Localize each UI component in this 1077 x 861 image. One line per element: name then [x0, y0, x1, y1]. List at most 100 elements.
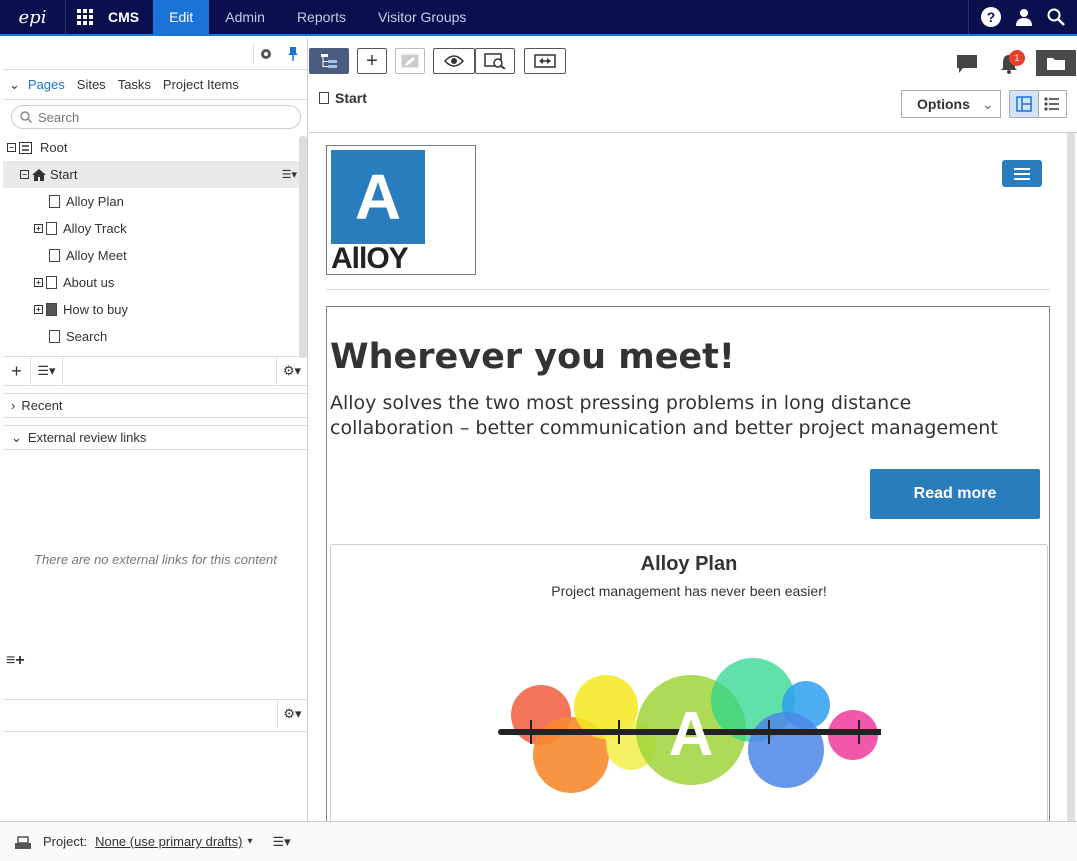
page-preview: A AllOY Wherever you meet! Alloy solves … — [309, 132, 1077, 821]
tree-item-start[interactable]: − Start ☰▾ — [3, 161, 307, 188]
project-label: Project: — [43, 834, 88, 849]
nav-edit[interactable]: Edit — [153, 0, 210, 34]
hamburger-menu-icon[interactable] — [1002, 160, 1042, 187]
notifications-icon[interactable]: 1 — [999, 50, 1025, 76]
user-icon[interactable] — [1015, 8, 1033, 26]
alloy-plan-teaser[interactable]: Alloy Plan Project management has never … — [330, 544, 1048, 821]
expand-icon[interactable]: + — [34, 278, 43, 287]
edit-button[interactable] — [395, 48, 425, 74]
tab-sites[interactable]: Sites — [77, 77, 106, 92]
tab-project-items[interactable]: Project Items — [163, 77, 239, 92]
page-icon — [46, 222, 57, 235]
topbar-actions: ? — [968, 0, 1077, 34]
chevron-down-icon[interactable]: ⌄ — [9, 77, 20, 93]
page-search[interactable] — [11, 105, 301, 129]
layout-icon — [1016, 96, 1032, 112]
home-icon — [32, 168, 46, 181]
toggle-navigation-pane-button[interactable] — [309, 48, 349, 74]
pin-icon[interactable] — [283, 44, 303, 64]
top-navigation-bar: epi CMS Edit Admin Reports Visitor Group… — [0, 0, 1077, 36]
tab-pages[interactable]: Pages — [28, 77, 65, 92]
tree-settings-gear-icon[interactable]: ⚙▾ — [277, 357, 307, 385]
root-icon — [19, 141, 32, 154]
navigation-pane: ⌄ Pages Sites Tasks Project Items − Root… — [3, 38, 308, 821]
product-name: CMS — [108, 9, 140, 25]
plus-icon: + — [366, 49, 378, 72]
alloy-logo-mark: A — [331, 150, 425, 244]
add-link-icon[interactable]: ≡+ — [6, 652, 25, 670]
project-selector[interactable]: None (use primary drafts) — [95, 834, 242, 849]
alloy-logo[interactable]: A AllOY — [326, 145, 476, 275]
context-menu-icon[interactable]: ☰▾ — [282, 168, 297, 181]
search-input[interactable] — [38, 109, 278, 125]
tree-item-alloy-track[interactable]: + Alloy Track — [3, 215, 307, 242]
recent-label: Recent — [21, 398, 63, 413]
nav-admin[interactable]: Admin — [209, 0, 281, 34]
recent-section[interactable]: › Recent — [3, 394, 307, 418]
expand-icon[interactable]: + — [34, 224, 43, 233]
page-title: Start — [319, 90, 367, 106]
alloy-logo-word: AllOY — [331, 242, 409, 275]
tree-item-how-to-buy[interactable]: + How to buy — [3, 296, 307, 323]
add-icon[interactable]: + — [3, 357, 31, 385]
external-links-label: External review links — [27, 430, 147, 445]
toggle-assets-pane-button[interactable] — [1036, 50, 1076, 76]
comments-icon[interactable] — [957, 55, 977, 73]
tree-scrollbar[interactable] — [299, 136, 307, 358]
divider — [3, 418, 307, 426]
nav-reports[interactable]: Reports — [281, 0, 362, 34]
on-page-edit-view-button[interactable] — [1010, 91, 1039, 117]
chevron-down-icon[interactable]: ▾ — [247, 836, 252, 847]
tree-item-root[interactable]: − Root — [3, 134, 307, 161]
collapse-icon[interactable]: − — [7, 143, 16, 152]
tree-item-label: How to buy — [63, 302, 129, 317]
expand-icon[interactable]: + — [34, 305, 43, 314]
tree-item-about-us[interactable]: + About us — [3, 269, 307, 296]
divider — [3, 386, 307, 394]
collapse-icon[interactable]: − — [20, 170, 29, 179]
page-title-text: Start — [335, 90, 367, 106]
search-icon — [20, 111, 32, 123]
external-links-section[interactable]: ⌄ External review links — [3, 426, 307, 450]
page-tree: − Root − Start ☰▾ Alloy Plan + Alloy Tra… — [3, 134, 307, 356]
read-more-button[interactable]: Read more — [870, 469, 1040, 519]
view-mode-toggle — [1009, 90, 1067, 118]
tree-item-label: Alloy Plan — [66, 194, 124, 209]
project-menu-icon[interactable]: ☰▾ — [273, 834, 291, 850]
list-menu-icon[interactable]: ☰▾ — [31, 357, 63, 385]
all-properties-view-button[interactable] — [1039, 91, 1067, 117]
jumbotron-block[interactable]: Wherever you meet! Alloy solves the two … — [326, 306, 1050, 821]
tree-item-label: Search — [66, 329, 108, 344]
options-dropdown[interactable]: Options ⌄ — [901, 90, 1001, 118]
tree-item-alloy-meet[interactable]: Alloy Meet — [3, 242, 307, 269]
editor-toolbar: + 1 — [309, 38, 1077, 88]
options-label: Options — [917, 96, 970, 112]
edit-icon — [401, 54, 419, 68]
hero-headline: Wherever you meet! — [330, 337, 735, 377]
container-icon — [46, 303, 57, 316]
project-icon — [15, 835, 31, 849]
divider — [326, 289, 1050, 290]
view-settings-button[interactable] — [475, 48, 515, 74]
search-icon[interactable] — [1047, 8, 1065, 26]
epi-logo[interactable]: epi — [0, 0, 66, 34]
tree-item-label: Root — [40, 140, 68, 155]
compare-button[interactable] — [524, 48, 566, 74]
hero-lead: Alloy solves the two most pressing probl… — [330, 392, 998, 439]
help-icon[interactable]: ? — [981, 7, 1001, 27]
pane-settings-gear-icon[interactable] — [253, 44, 277, 64]
notification-badge: 1 — [1009, 50, 1025, 66]
preview-button[interactable] — [433, 48, 475, 74]
links-settings-gear-icon[interactable]: ⚙▾ — [277, 700, 307, 728]
preview-scrollbar[interactable] — [1067, 133, 1075, 821]
tree-item-search[interactable]: Search — [3, 323, 307, 350]
create-button[interactable]: + — [357, 48, 387, 74]
app-grid-icon[interactable] — [66, 0, 104, 34]
chevron-right-icon: › — [11, 398, 16, 413]
tree-icon — [321, 54, 337, 68]
tab-tasks[interactable]: Tasks — [118, 77, 151, 92]
editor-area: + 1 Start Options ⌄ A AllOY Wherever you… — [309, 38, 1077, 821]
nav-visitor-groups[interactable]: Visitor Groups — [362, 0, 482, 34]
tree-item-alloy-plan[interactable]: Alloy Plan — [3, 188, 307, 215]
tree-item-label: About us — [63, 275, 115, 290]
